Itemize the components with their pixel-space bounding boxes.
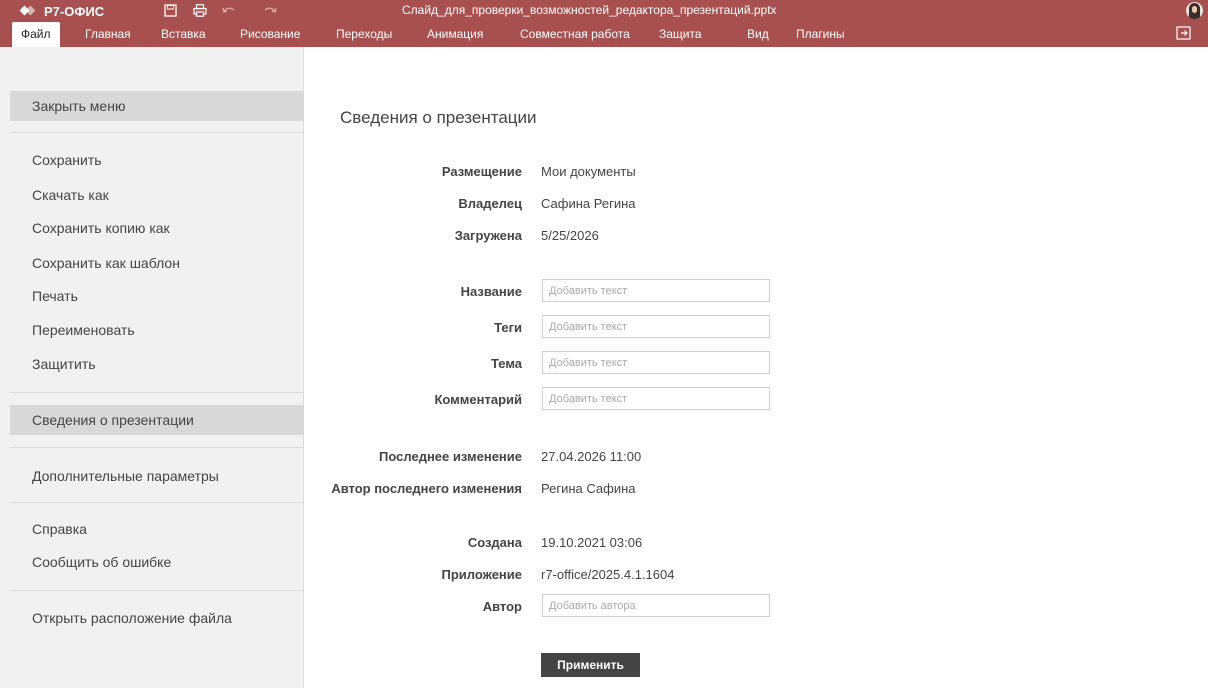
modified-value: 27.04.2026 11:00: [541, 449, 642, 464]
menu-divider: [10, 447, 304, 448]
menu-report-bug[interactable]: Сообщить об ошибке: [10, 547, 304, 577]
file-menu: Закрыть меню Сохранить Скачать как Сохра…: [0, 47, 304, 688]
tab-file[interactable]: Файл: [12, 22, 60, 47]
menu-protect[interactable]: Защитить: [10, 349, 304, 379]
application-label: Приложение: [441, 567, 522, 582]
location-label: Размещение: [441, 164, 522, 179]
menu-open-location[interactable]: Открыть расположение файла: [10, 603, 304, 633]
title-bar: Р7-ОФИС Слайд_для_проверки_возможностей_…: [0, 0, 1208, 47]
app-name: Р7-ОФИС: [44, 3, 105, 19]
print-icon[interactable]: [192, 3, 208, 17]
author-label: Автор: [482, 599, 522, 614]
comment-input[interactable]: [542, 387, 770, 410]
subject-input[interactable]: [542, 351, 770, 374]
apply-button[interactable]: Применить: [541, 653, 640, 677]
tab-draw[interactable]: Рисование: [240, 22, 300, 47]
menu-info[interactable]: Сведения о презентации: [10, 405, 304, 435]
subject-label: Тема: [490, 356, 522, 371]
menu-divider: [10, 590, 304, 591]
owner-label: Владелец: [458, 196, 522, 211]
menu-save-as-template[interactable]: Сохранить как шаблон: [10, 248, 304, 278]
header-top-row: Р7-ОФИС Слайд_для_проверки_возможностей_…: [0, 0, 1208, 20]
app-logo: Р7-ОФИС: [19, 3, 105, 19]
save-icon[interactable]: [162, 3, 178, 17]
menu-divider: [10, 392, 304, 393]
owner-value: Сафина Регина: [541, 196, 636, 211]
page-title: Сведения о презентации: [340, 108, 537, 127]
author-input[interactable]: [542, 594, 770, 617]
menu-advanced-settings[interactable]: Дополнительные параметры: [10, 461, 304, 491]
modified-by-value: Регина Сафина: [541, 481, 636, 496]
modified-label: Последнее изменение: [379, 449, 522, 464]
name-input[interactable]: [542, 279, 770, 302]
undo-icon[interactable]: [221, 3, 237, 17]
tab-insert[interactable]: Вставка: [161, 22, 206, 47]
comment-label: Комментарий: [434, 392, 522, 407]
tab-transitions[interactable]: Переходы: [336, 22, 392, 47]
document-title: Слайд_для_проверки_возможностей_редактор…: [402, 3, 777, 17]
application-value: r7-office/2025.4.1.1604: [541, 567, 675, 582]
location-value: Мои документы: [541, 164, 636, 179]
menu-rename[interactable]: Переименовать: [10, 315, 304, 345]
menu-help[interactable]: Справка: [10, 514, 304, 544]
tab-protection[interactable]: Защита: [659, 22, 702, 47]
menu-close[interactable]: Закрыть меню: [10, 91, 304, 121]
created-label: Создана: [467, 535, 522, 550]
uploaded-value: 5/25/2026: [541, 228, 599, 243]
redo-icon[interactable]: [262, 3, 278, 17]
menu-divider: [10, 502, 304, 503]
open-location-icon[interactable]: [1176, 26, 1192, 41]
logo-icon: [19, 5, 40, 17]
tags-input[interactable]: [542, 315, 770, 338]
menu-save-copy-as[interactable]: Сохранить копию как: [10, 213, 304, 243]
menu-print[interactable]: Печать: [10, 281, 304, 311]
name-label: Название: [460, 284, 522, 299]
modified-by-label: Автор последнего изменения: [331, 481, 522, 496]
menu-save[interactable]: Сохранить: [10, 145, 304, 175]
user-avatar[interactable]: [1186, 2, 1203, 19]
uploaded-label: Загружена: [454, 228, 522, 243]
tab-view[interactable]: Вид: [747, 22, 769, 47]
tab-collaboration[interactable]: Совместная работа: [520, 22, 630, 47]
created-value: 19.10.2021 03:06: [541, 535, 643, 550]
tab-home[interactable]: Главная: [85, 22, 131, 47]
ribbon-tabs: Файл Главная Вставка Рисование Переходы …: [0, 20, 1208, 47]
tab-plugins[interactable]: Плагины: [796, 22, 845, 47]
menu-divider: [10, 132, 304, 133]
tab-animation[interactable]: Анимация: [427, 22, 483, 47]
tags-label: Теги: [494, 320, 522, 335]
menu-download-as[interactable]: Скачать как: [10, 180, 304, 210]
